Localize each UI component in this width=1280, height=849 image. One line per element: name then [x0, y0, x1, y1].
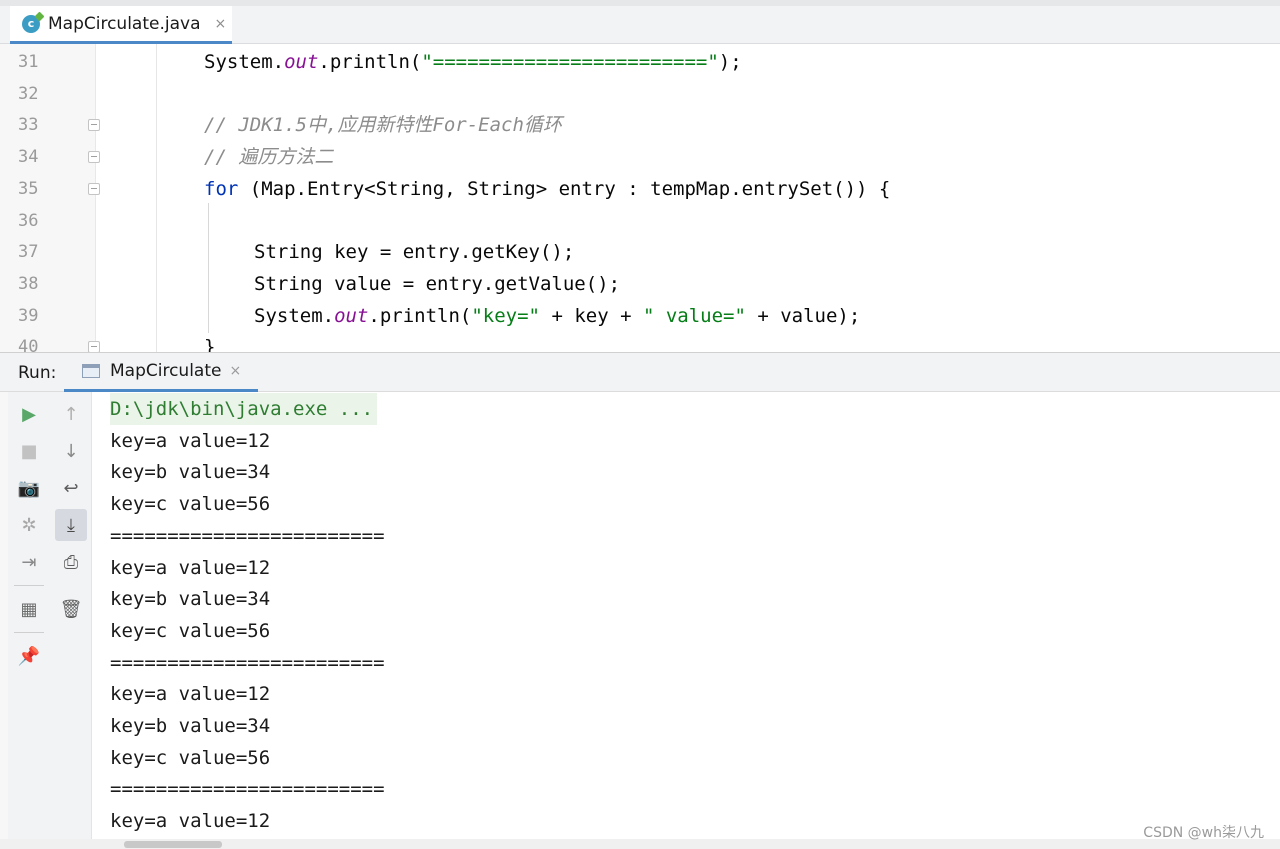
- code-token: String value = entry.getValue();: [254, 272, 621, 295]
- close-icon[interactable]: ×: [229, 363, 241, 379]
- code-token: + key +: [540, 304, 643, 327]
- code-line[interactable]: 38 String value = entry.getValue();: [0, 268, 1280, 300]
- run-tab-label: MapCirculate: [110, 361, 222, 381]
- line-number: 33: [18, 115, 39, 136]
- code-text: String value = entry.getValue();: [254, 268, 620, 300]
- scroll-to-end-icon[interactable]: ⤓: [55, 509, 87, 541]
- line-number: 31: [18, 52, 39, 72]
- stop-icon[interactable]: ■: [13, 435, 45, 467]
- line-number: 32: [18, 83, 39, 104]
- editor-tab-bar: c MapCirculate.java ×: [0, 0, 1280, 44]
- code-token: System.: [254, 304, 335, 327]
- fold-marker-icon[interactable]: [88, 182, 100, 195]
- code-token: // JDK1.5中,应用新特性For-Each循环: [204, 114, 562, 137]
- run-tool-header: Run: MapCirculate ×: [0, 352, 1280, 392]
- code-token: String key = entry.getKey();: [254, 241, 575, 264]
- code-token: out: [334, 304, 369, 327]
- run-toolbar-secondary: ↑ ↓ ↩ ⤓ ⎙ 🗑: [50, 392, 92, 839]
- fold-marker-icon[interactable]: [88, 151, 100, 164]
- watermark: CSDN @wh柒八九: [1143, 825, 1264, 841]
- console-line: ========================: [110, 524, 385, 547]
- java-class-icon: c: [22, 14, 40, 33]
- camera-icon[interactable]: 📷: [13, 472, 45, 504]
- code-line[interactable]: 39 System.out.println("key=" + key + " va…: [0, 300, 1280, 332]
- code-text: String key = entry.getKey();: [254, 236, 574, 268]
- line-number: 40: [18, 337, 39, 352]
- code-line[interactable]: 37 String key = entry.getKey();: [0, 236, 1280, 268]
- code-text: System.out.println("====================…: [204, 46, 742, 78]
- close-icon[interactable]: ×: [215, 16, 227, 32]
- code-token: "========================": [421, 51, 719, 73]
- console-line: key=b value=34: [110, 461, 271, 484]
- tab-label: MapCirculate.java: [48, 13, 201, 34]
- console-line: key=b value=34: [110, 715, 271, 737]
- rerun-icon[interactable]: ▶: [13, 398, 45, 430]
- console-line: key=a value=12: [110, 429, 271, 452]
- code-token: );: [718, 51, 742, 73]
- console-output[interactable]: D:\jdk\bin\java.exe ... key=a value=12 key…: [92, 392, 1280, 839]
- code-line[interactable]: 36: [0, 205, 1280, 237]
- code-token: // 遍历方法二: [204, 146, 334, 169]
- toolbar-separator: [14, 632, 44, 633]
- code-token: " value=": [642, 304, 746, 327]
- console-command-line: D:\jdk\bin\java.exe ...: [110, 393, 378, 425]
- code-text: System.out.println("key=" + key + " valu…: [254, 300, 860, 332]
- run-toolbar-primary: ▶ ■ 📷 ✲ ⇥ ▦ 📌: [8, 392, 50, 839]
- tab-run-mapcirculate[interactable]: MapCirculate ×: [64, 353, 258, 392]
- code-token: .println(: [318, 51, 422, 73]
- console-line: ========================: [110, 778, 385, 801]
- code-token: + value);: [745, 304, 861, 327]
- code-line[interactable]: 31 System.out.println("==================…: [0, 46, 1280, 78]
- code-token: .println(: [368, 304, 472, 327]
- scrollbar-thumb[interactable]: [124, 841, 222, 848]
- code-token: }: [204, 336, 216, 352]
- code-editor[interactable]: 31 System.out.println("==================…: [0, 44, 1280, 352]
- code-text: for (Map.Entry<String, String> entry : t…: [204, 173, 890, 205]
- layout-icon[interactable]: ▦: [13, 593, 45, 625]
- code-text: // JDK1.5中,应用新特性For-Each循环: [204, 109, 562, 141]
- console-line: key=c value=56: [110, 493, 271, 516]
- toolbar-separator: [14, 585, 44, 586]
- code-token: System.: [204, 51, 285, 73]
- tab-mapcirculate-java[interactable]: c MapCirculate.java ×: [10, 6, 232, 44]
- fold-marker-icon[interactable]: [88, 341, 100, 352]
- run-label: Run:: [18, 363, 57, 383]
- code-token: out: [284, 51, 319, 73]
- debug-bug-icon[interactable]: ✲: [13, 509, 45, 541]
- trash-icon[interactable]: 🗑: [55, 593, 87, 625]
- line-number: 37: [18, 242, 39, 263]
- code-line[interactable]: 35 for (Map.Entry<String, String> entry :…: [0, 173, 1280, 205]
- line-number: 35: [18, 178, 39, 199]
- console-line: key=a value=12: [110, 810, 271, 833]
- fold-marker-icon[interactable]: [88, 119, 100, 132]
- code-text: // 遍历方法二: [204, 141, 333, 173]
- code-line[interactable]: 40}: [0, 331, 1280, 352]
- run-left-edge: [0, 392, 8, 839]
- code-text: }: [204, 331, 215, 352]
- line-number: 34: [18, 147, 39, 168]
- print-icon[interactable]: ⎙: [55, 546, 87, 578]
- line-number: 39: [18, 305, 39, 326]
- console-window-icon: [82, 364, 100, 378]
- console-line: key=a value=12: [110, 556, 271, 579]
- console-line: key=a value=12: [110, 683, 271, 706]
- console-line: key=c value=56: [110, 619, 271, 642]
- code-line[interactable]: 32: [0, 78, 1280, 110]
- code-line[interactable]: 33 // JDK1.5中,应用新特性For-Each循环: [0, 109, 1280, 141]
- console-line: ========================: [110, 651, 385, 674]
- down-arrow-icon[interactable]: ↓: [55, 435, 87, 467]
- line-number: 36: [18, 210, 39, 231]
- code-line[interactable]: 34 // 遍历方法二: [0, 141, 1280, 173]
- code-token: (Map.Entry<String, String> entry : tempM…: [238, 177, 891, 200]
- console-line: key=c value=56: [110, 746, 271, 769]
- code-token: "key=": [471, 304, 540, 327]
- up-arrow-icon[interactable]: ↑: [55, 398, 87, 430]
- soft-wrap-icon[interactable]: ↩: [55, 472, 87, 504]
- pin-icon[interactable]: 📌: [13, 640, 45, 672]
- console-line: key=b value=34: [110, 588, 271, 611]
- exit-icon[interactable]: ⇥: [13, 546, 45, 578]
- code-token: for: [204, 177, 239, 200]
- line-number: 38: [18, 273, 39, 294]
